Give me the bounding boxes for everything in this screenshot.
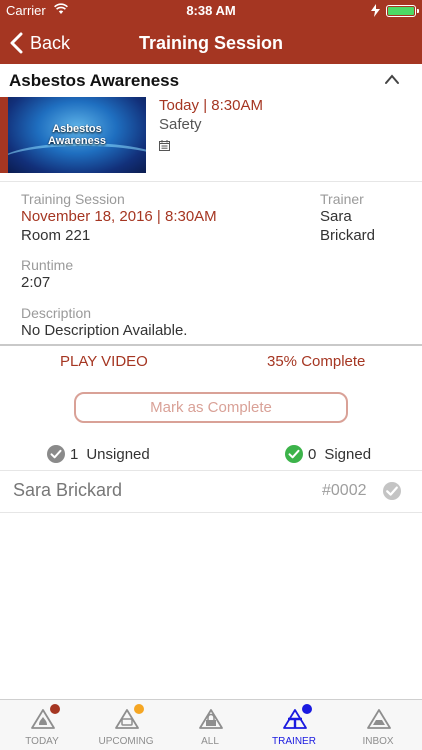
battery-icon bbox=[386, 5, 419, 17]
section-divider bbox=[0, 344, 422, 346]
course-category: Safety bbox=[159, 116, 202, 133]
today-badge bbox=[50, 704, 60, 714]
course-thumbnail[interactable]: Asbestos Awareness bbox=[8, 97, 146, 173]
play-video-button[interactable]: PLAY VIDEO bbox=[60, 353, 148, 370]
trainer-last-name: Brickard bbox=[320, 227, 376, 244]
completion-status: 35% Complete bbox=[267, 353, 366, 370]
trainer-first-name: Sara bbox=[320, 208, 352, 225]
session-label: Training Session bbox=[21, 191, 125, 207]
unsigned-filter[interactable]: 1 Unsigned bbox=[47, 444, 150, 464]
description-value: No Description Available. bbox=[21, 322, 188, 339]
tab-upcoming-label: UPCOMING bbox=[98, 736, 154, 747]
tab-bar: TODAY UPCOMING ALL TRAINER INBOX bbox=[0, 699, 422, 750]
check-circle-icon[interactable] bbox=[382, 481, 402, 501]
runtime-value: 2:07 bbox=[21, 274, 51, 291]
signed-filter[interactable]: 0 Signed bbox=[285, 444, 371, 464]
divider bbox=[0, 470, 422, 471]
tab-inbox[interactable]: INBOX bbox=[336, 700, 420, 750]
course-accent-bar bbox=[0, 97, 8, 173]
divider bbox=[0, 512, 422, 513]
course-header[interactable]: Asbestos Awareness bbox=[0, 64, 422, 94]
status-bar: Carrier 8:38 AM bbox=[0, 0, 422, 22]
session-date: November 18, 2016 | 8:30AM bbox=[21, 208, 217, 225]
divider bbox=[0, 181, 422, 182]
clock: 8:38 AM bbox=[186, 3, 236, 18]
tab-inbox-label: INBOX bbox=[362, 736, 394, 747]
calendar-icon bbox=[159, 140, 170, 151]
course-title: Asbestos Awareness bbox=[9, 71, 180, 90]
description-label: Description bbox=[21, 305, 92, 321]
mark-complete-button[interactable]: Mark as Complete bbox=[74, 392, 348, 423]
nav-bar: Back Training Session bbox=[0, 22, 422, 64]
session-room: Room 221 bbox=[21, 227, 91, 244]
unsigned-count: 1 bbox=[70, 445, 79, 463]
chevron-up-icon[interactable] bbox=[384, 73, 400, 85]
upcoming-badge bbox=[134, 704, 144, 714]
tab-all-label: ALL bbox=[201, 736, 219, 747]
runtime-label: Runtime bbox=[21, 257, 74, 273]
inbox-icon bbox=[367, 709, 391, 729]
page-title: Training Session bbox=[138, 33, 284, 53]
tab-trainer-label: TRAINER bbox=[272, 736, 316, 747]
check-circle-green-icon bbox=[285, 445, 303, 463]
check-circle-gray-icon bbox=[47, 445, 65, 463]
top-bar: Carrier 8:38 AM Back Training Session bbox=[0, 0, 422, 64]
all-icon bbox=[199, 709, 223, 729]
tab-all[interactable]: ALL bbox=[168, 700, 252, 750]
signed-label: Signed bbox=[324, 445, 372, 463]
course-schedule: Today | 8:30AM bbox=[159, 97, 263, 114]
tab-today-label: TODAY bbox=[25, 736, 59, 747]
charging-icon bbox=[371, 4, 380, 17]
trainer-badge bbox=[302, 704, 312, 714]
signed-count: 0 bbox=[308, 445, 317, 463]
tab-today[interactable]: TODAY bbox=[0, 700, 84, 750]
tab-trainer[interactable]: TRAINER bbox=[252, 700, 336, 750]
trainee-name[interactable]: Sara Brickard bbox=[13, 480, 122, 501]
tab-upcoming[interactable]: UPCOMING bbox=[84, 700, 168, 750]
trainee-number: #0002 bbox=[322, 482, 367, 499]
thumbnail-text-line2: Awareness bbox=[48, 135, 106, 147]
trainer-label: Trainer bbox=[320, 191, 364, 207]
unsigned-label: Unsigned bbox=[86, 445, 150, 463]
